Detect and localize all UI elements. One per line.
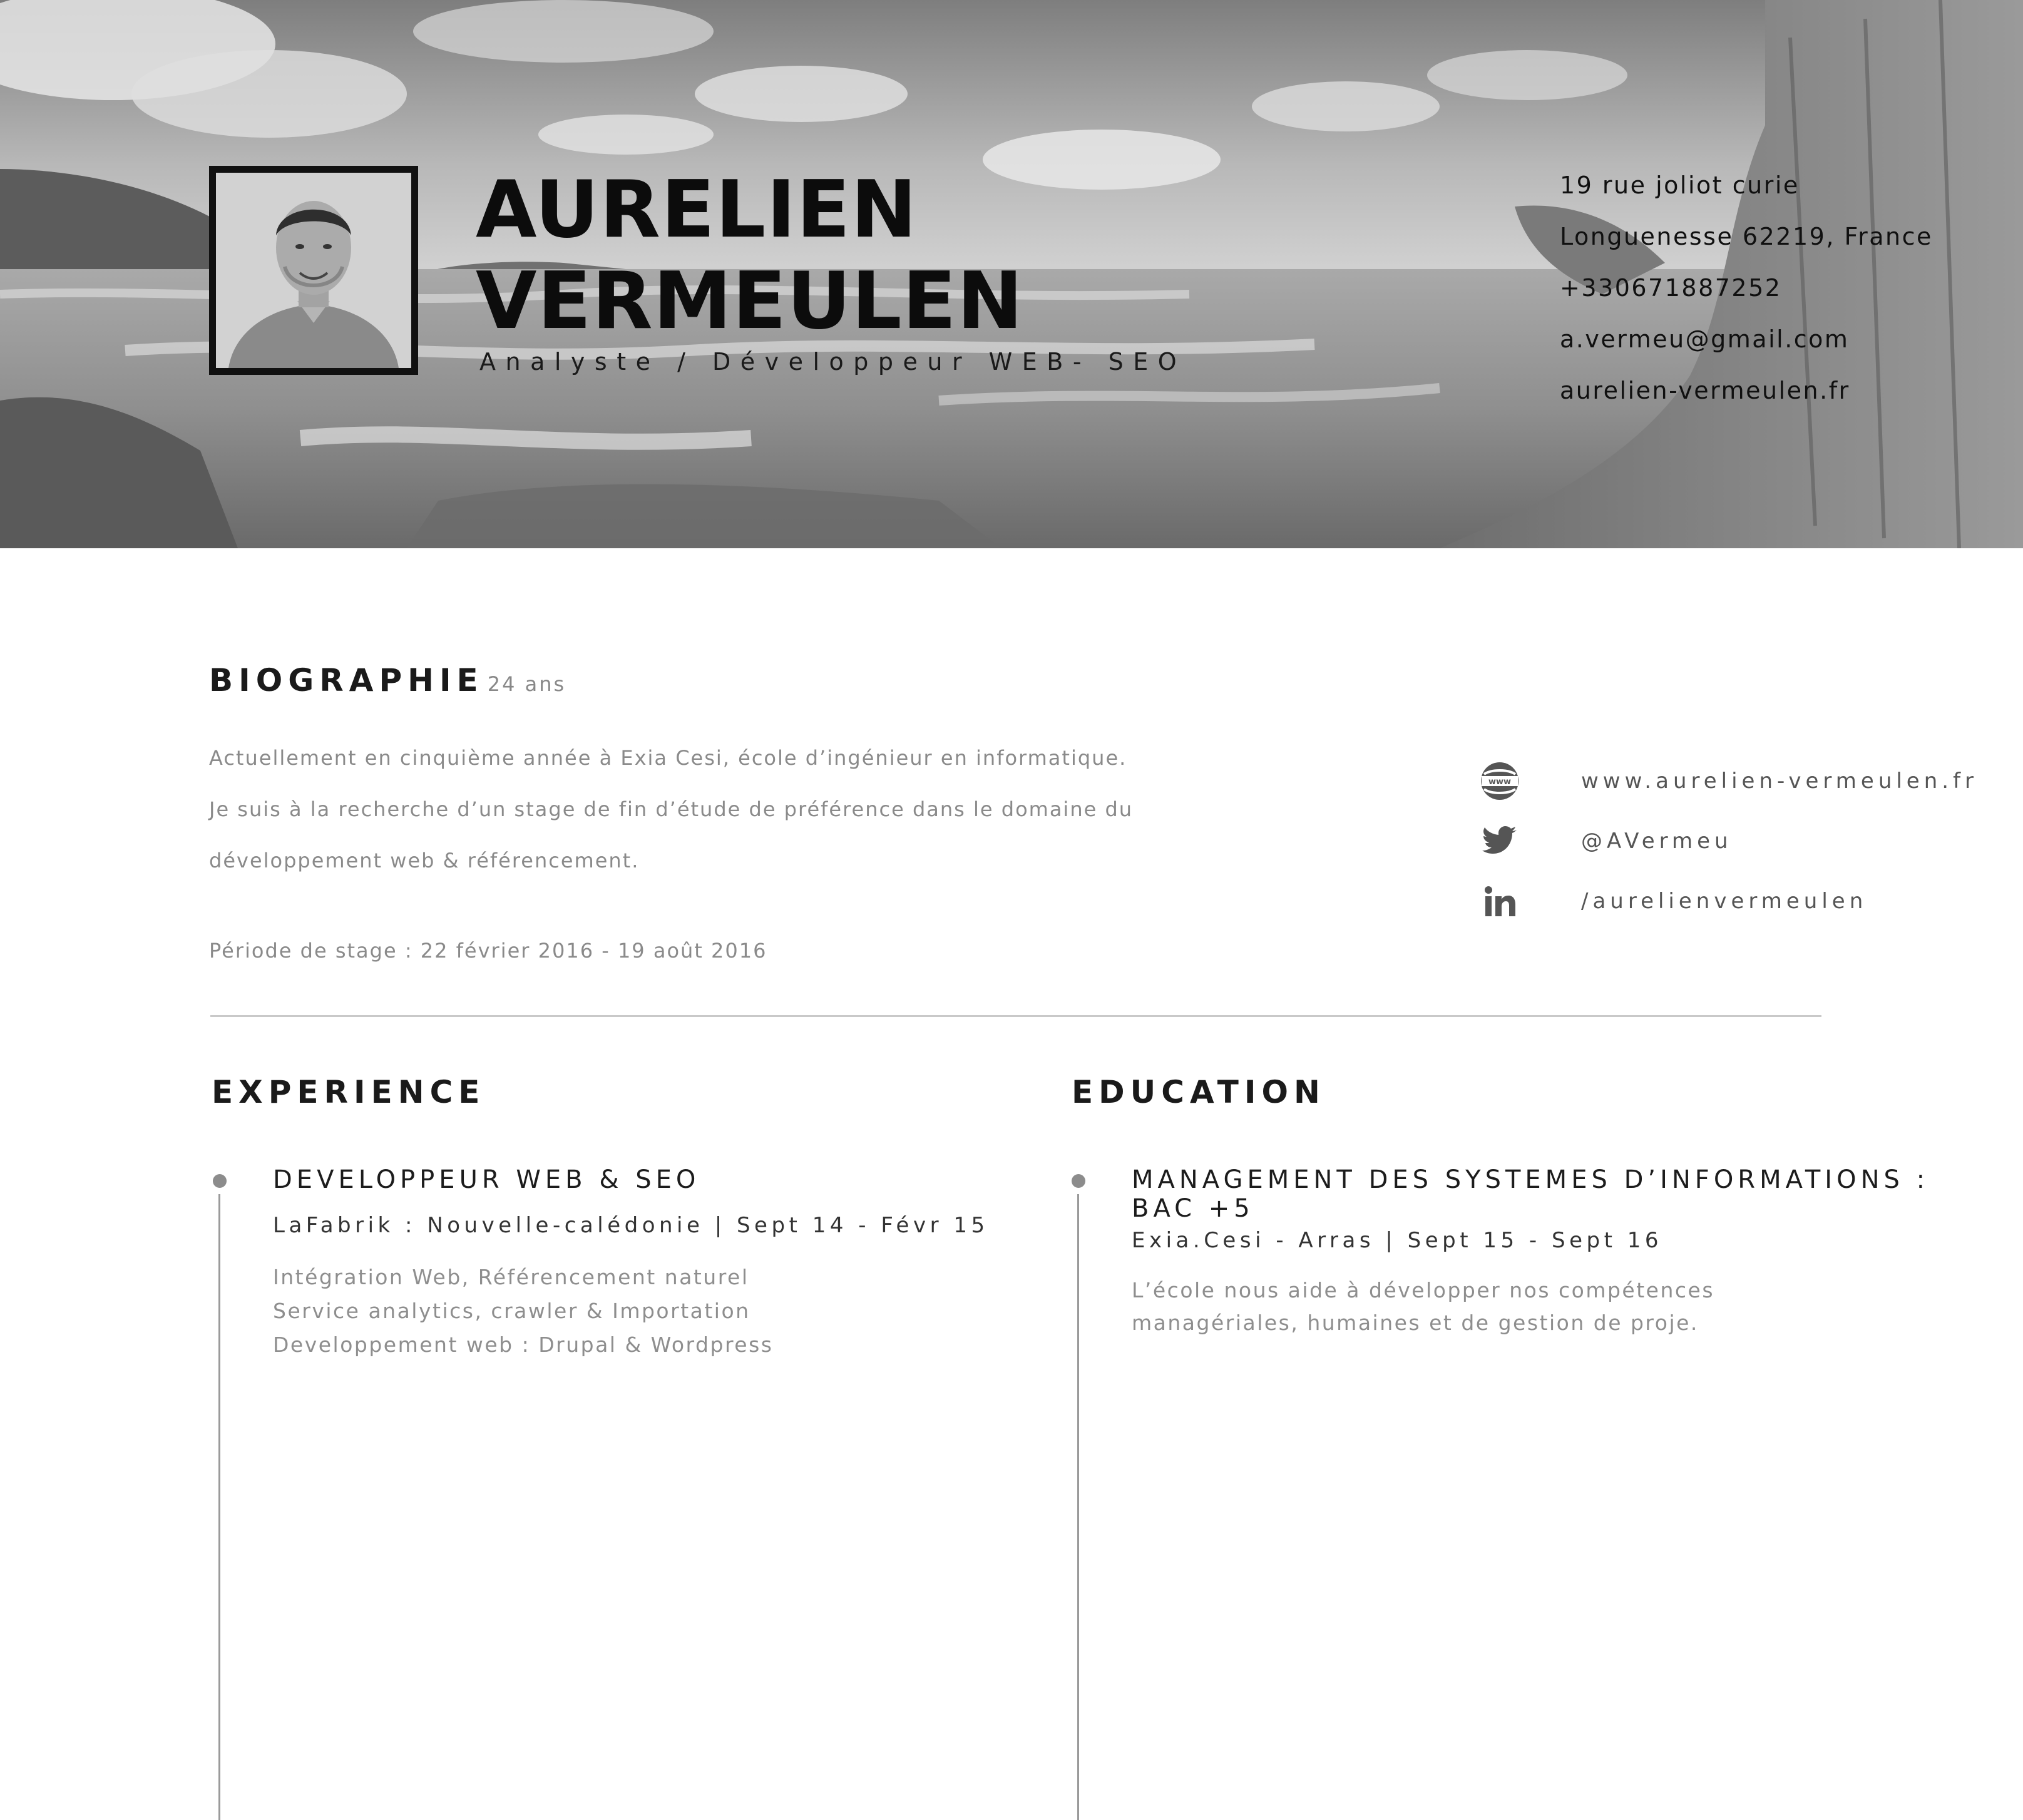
contact-phone[interactable]: +330671887252 bbox=[1560, 270, 1933, 322]
profile-photo bbox=[209, 166, 418, 375]
linkedin-icon bbox=[1477, 879, 1522, 924]
bio-line: Je suis à la recherche d’un stage de fin… bbox=[209, 797, 1134, 821]
social-item-website[interactable]: www www.aurelien-vermeulen.fr bbox=[1477, 751, 1978, 811]
bio-line: Actuellement en cinquième année à Exia C… bbox=[209, 746, 1127, 770]
list-item: Service analytics, crawler & Importation bbox=[273, 1299, 750, 1323]
education-details: L’école nous aide à développer nos compé… bbox=[1132, 1274, 1714, 1339]
experience-company: LaFabrik : Nouvelle-calédonie | Sept 14 … bbox=[273, 1213, 989, 1238]
www-globe-icon: www bbox=[1477, 759, 1522, 804]
age-label: 24 ans bbox=[487, 672, 566, 696]
twitter-handle[interactable]: @AVermeu bbox=[1581, 829, 1733, 854]
list-item: Developpement web : Drupal & Wordpress bbox=[273, 1332, 774, 1357]
twitter-icon bbox=[1477, 819, 1522, 864]
contact-city: Longuenesse 62219, France bbox=[1560, 223, 1933, 250]
education-entry: MANAGEMENT DES SYSTEMES D’INFORMATIONS :… bbox=[1072, 1165, 1998, 1820]
social-item-twitter[interactable]: @AVermeu bbox=[1477, 811, 1978, 871]
first-name: AURELIEN bbox=[476, 163, 918, 255]
last-name: VERMEULEN bbox=[476, 255, 1024, 347]
contact-street: 19 rue joliot curie bbox=[1560, 171, 1800, 199]
social-item-linkedin[interactable]: /aurelienvermeulen bbox=[1477, 871, 1978, 931]
education-school: Exia.Cesi - Arras | Sept 15 - Sept 16 bbox=[1132, 1228, 1662, 1253]
portrait-image bbox=[216, 173, 411, 368]
biography-heading: BIOGRAPHIE 24 ans bbox=[209, 662, 566, 698]
svg-text:www: www bbox=[1488, 777, 1511, 787]
timeline-dot bbox=[213, 1174, 227, 1188]
section-divider bbox=[210, 1015, 1821, 1017]
degree-line: BAC +5 bbox=[1132, 1194, 1254, 1223]
experience-details: Intégration Web, Référencement naturel S… bbox=[273, 1260, 773, 1362]
contact-website[interactable]: aurelien-vermeulen.fr bbox=[1560, 373, 1933, 424]
education-heading: EDUCATION bbox=[1072, 1074, 1326, 1110]
bio-line: développement web & référencement. bbox=[209, 849, 640, 872]
timeline-line bbox=[1077, 1194, 1079, 1820]
education-degree: MANAGEMENT DES SYSTEMES D’INFORMATIONS :… bbox=[1132, 1165, 1929, 1223]
biography-title: BIOGRAPHIE bbox=[209, 662, 484, 698]
list-item: managériales, humaines et de gestion de … bbox=[1132, 1311, 1699, 1335]
website-link[interactable]: www.aurelien-vermeulen.fr bbox=[1581, 769, 1978, 794]
full-name: AURELIEN VERMEULEN bbox=[476, 164, 1023, 347]
timeline-line bbox=[218, 1194, 220, 1820]
linkedin-profile[interactable]: /aurelienvermeulen bbox=[1581, 889, 1867, 914]
experience-entry: DEVELOPPEUR WEB & SEO LaFabrik : Nouvell… bbox=[213, 1165, 1027, 1820]
job-title: Analyste / Développeur WEB- SEO bbox=[479, 348, 1187, 376]
social-links: www www.aurelien-vermeulen.fr @AVermeu /… bbox=[1477, 751, 1978, 931]
contact-email[interactable]: a.vermeu@gmail.com bbox=[1560, 322, 1933, 373]
list-item: Intégration Web, Référencement naturel bbox=[273, 1265, 749, 1289]
timeline-dot bbox=[1072, 1174, 1085, 1188]
experience-role: DEVELOPPEUR WEB & SEO bbox=[273, 1165, 700, 1194]
biography-text: Actuellement en cinquième année à Exia C… bbox=[209, 732, 1261, 886]
contact-info: 19 rue joliot curie Longuenesse 62219, F… bbox=[1560, 168, 1933, 424]
list-item: L’école nous aide à développer nos compé… bbox=[1132, 1278, 1715, 1302]
experience-heading: EXPERIENCE bbox=[212, 1074, 486, 1110]
degree-line: MANAGEMENT DES SYSTEMES D’INFORMATIONS : bbox=[1132, 1165, 1930, 1194]
internship-period: Période de stage : 22 février 2016 - 19 … bbox=[209, 939, 767, 963]
header-banner: AURELIEN VERMEULEN Analyste / Développeu… bbox=[0, 0, 2023, 548]
